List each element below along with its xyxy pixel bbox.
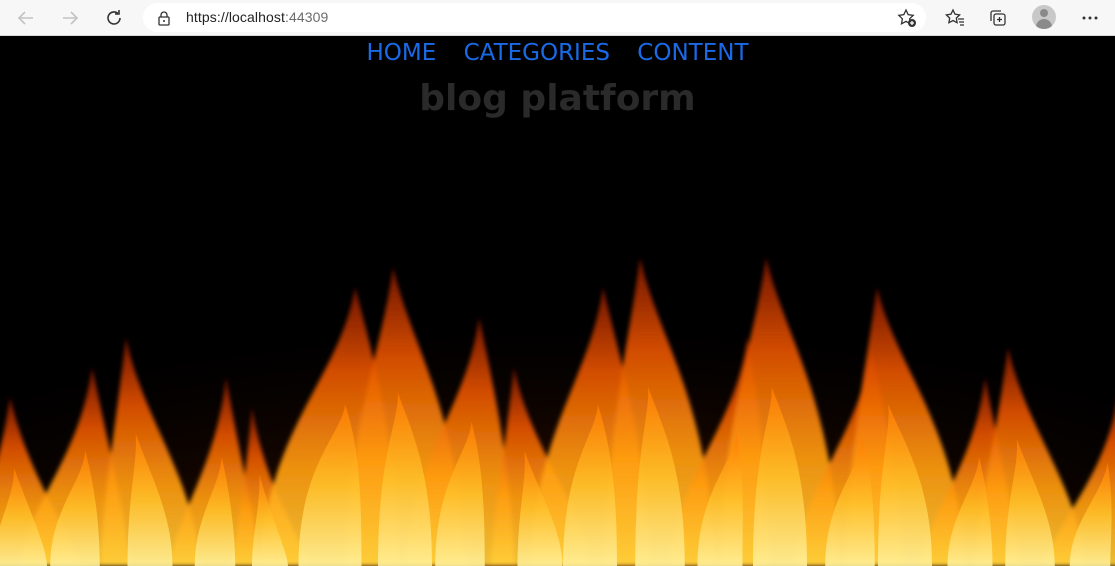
more-icon[interactable] xyxy=(1078,6,1102,30)
url-protocol: https:// xyxy=(186,9,229,25)
url-port: :44309 xyxy=(284,9,329,25)
profile-icon[interactable] xyxy=(1032,5,1056,29)
back-icon[interactable] xyxy=(14,6,38,30)
nav-home-link[interactable]: HOME xyxy=(366,40,436,66)
forward-icon[interactable] xyxy=(58,6,82,30)
nav-content-link[interactable]: CONTENT xyxy=(637,40,748,66)
add-favorite-icon[interactable] xyxy=(897,8,917,28)
collections-icon[interactable] xyxy=(986,6,1010,30)
url-text[interactable]: https://localhost:44309 xyxy=(186,9,328,25)
address-bar[interactable]: https://localhost:44309 xyxy=(143,3,926,32)
browser-toolbar: https://localhost:44309 xyxy=(0,0,1115,36)
url-host: localhost xyxy=(228,9,285,25)
nav-categories-link[interactable]: CATEGORIES xyxy=(464,40,610,66)
favorites-icon[interactable] xyxy=(943,6,967,30)
main-nav: HOME CATEGORIES CONTENT xyxy=(0,37,1115,69)
lock-icon[interactable] xyxy=(156,10,172,26)
refresh-icon[interactable] xyxy=(102,6,126,30)
site-title: blog platform xyxy=(419,78,696,119)
page-content: HOME CATEGORIES CONTENT blog platform xyxy=(0,37,1115,566)
